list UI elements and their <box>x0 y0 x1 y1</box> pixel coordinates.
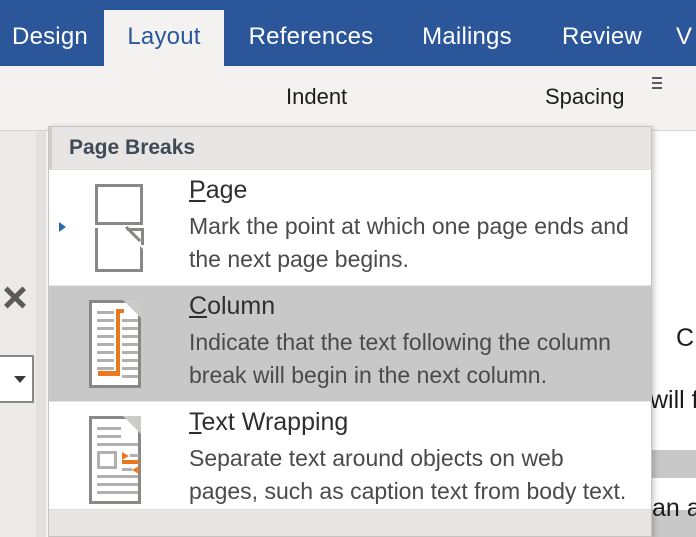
menu-item-description: Mark the point at which one page ends an… <box>189 213 629 272</box>
tab-label: Review <box>562 23 642 50</box>
tab-mailings[interactable]: Mailings <box>398 10 536 64</box>
doc-text-fragment: will f <box>650 386 696 414</box>
ribbon-accent-underline <box>0 64 696 66</box>
tab-label: Mailings <box>422 23 512 50</box>
word-window: C will f an a mns Breaks Indent Spa <box>0 0 696 537</box>
text-wrapping-break-icon <box>81 414 151 506</box>
tab-label: Layout <box>127 23 201 50</box>
vertical-scrollbar[interactable] <box>36 130 46 537</box>
ribbon-tab-bar: Design Layout References Mailings Review… <box>0 0 696 64</box>
style-dropdown[interactable] <box>0 355 34 403</box>
tab-label: Design <box>12 23 88 50</box>
tab-design[interactable]: Design <box>0 10 100 64</box>
selection-marker-icon <box>59 222 66 232</box>
tab-layout[interactable]: Layout <box>104 10 224 64</box>
page-breaks-section-header: Page Breaks <box>49 127 651 170</box>
doc-text-fragment: an a <box>652 494 696 522</box>
page-break-icon <box>81 182 151 274</box>
menu-item-description: Separate text around objects on web page… <box>189 445 627 504</box>
dialog-launcher-icon[interactable] <box>650 76 664 90</box>
chevron-down-icon <box>14 376 26 383</box>
breaks-dropdown-menu: Page Breaks Page Mark the point at which… <box>48 126 652 537</box>
tab-view[interactable]: V <box>676 10 696 64</box>
section-breaks-header-partial <box>49 509 651 536</box>
menu-item-title: Text Wrapping <box>189 408 349 436</box>
spacing-group-label: Spacing <box>545 84 625 109</box>
menu-item-title: Page <box>189 176 248 204</box>
tab-references[interactable]: References <box>230 10 392 64</box>
tab-label: References <box>248 23 374 50</box>
menu-item-title: Column <box>189 292 276 320</box>
menu-item-page[interactable]: Page Mark the point at which one page en… <box>49 170 651 286</box>
tab-review[interactable]: Review <box>542 10 662 64</box>
doc-text-fragment: C <box>676 324 695 352</box>
section-header-label: Page Breaks <box>69 136 196 159</box>
close-icon[interactable] <box>2 284 28 310</box>
menu-item-description: Indicate that the text following the col… <box>189 329 611 388</box>
menu-item-column[interactable]: Column Indicate that the text following … <box>49 286 651 402</box>
indent-group-label: Indent <box>286 84 348 109</box>
column-break-icon <box>81 298 151 390</box>
tab-label: V <box>676 23 693 50</box>
menu-item-text-wrapping[interactable]: Text Wrapping Separate text around objec… <box>49 402 651 518</box>
